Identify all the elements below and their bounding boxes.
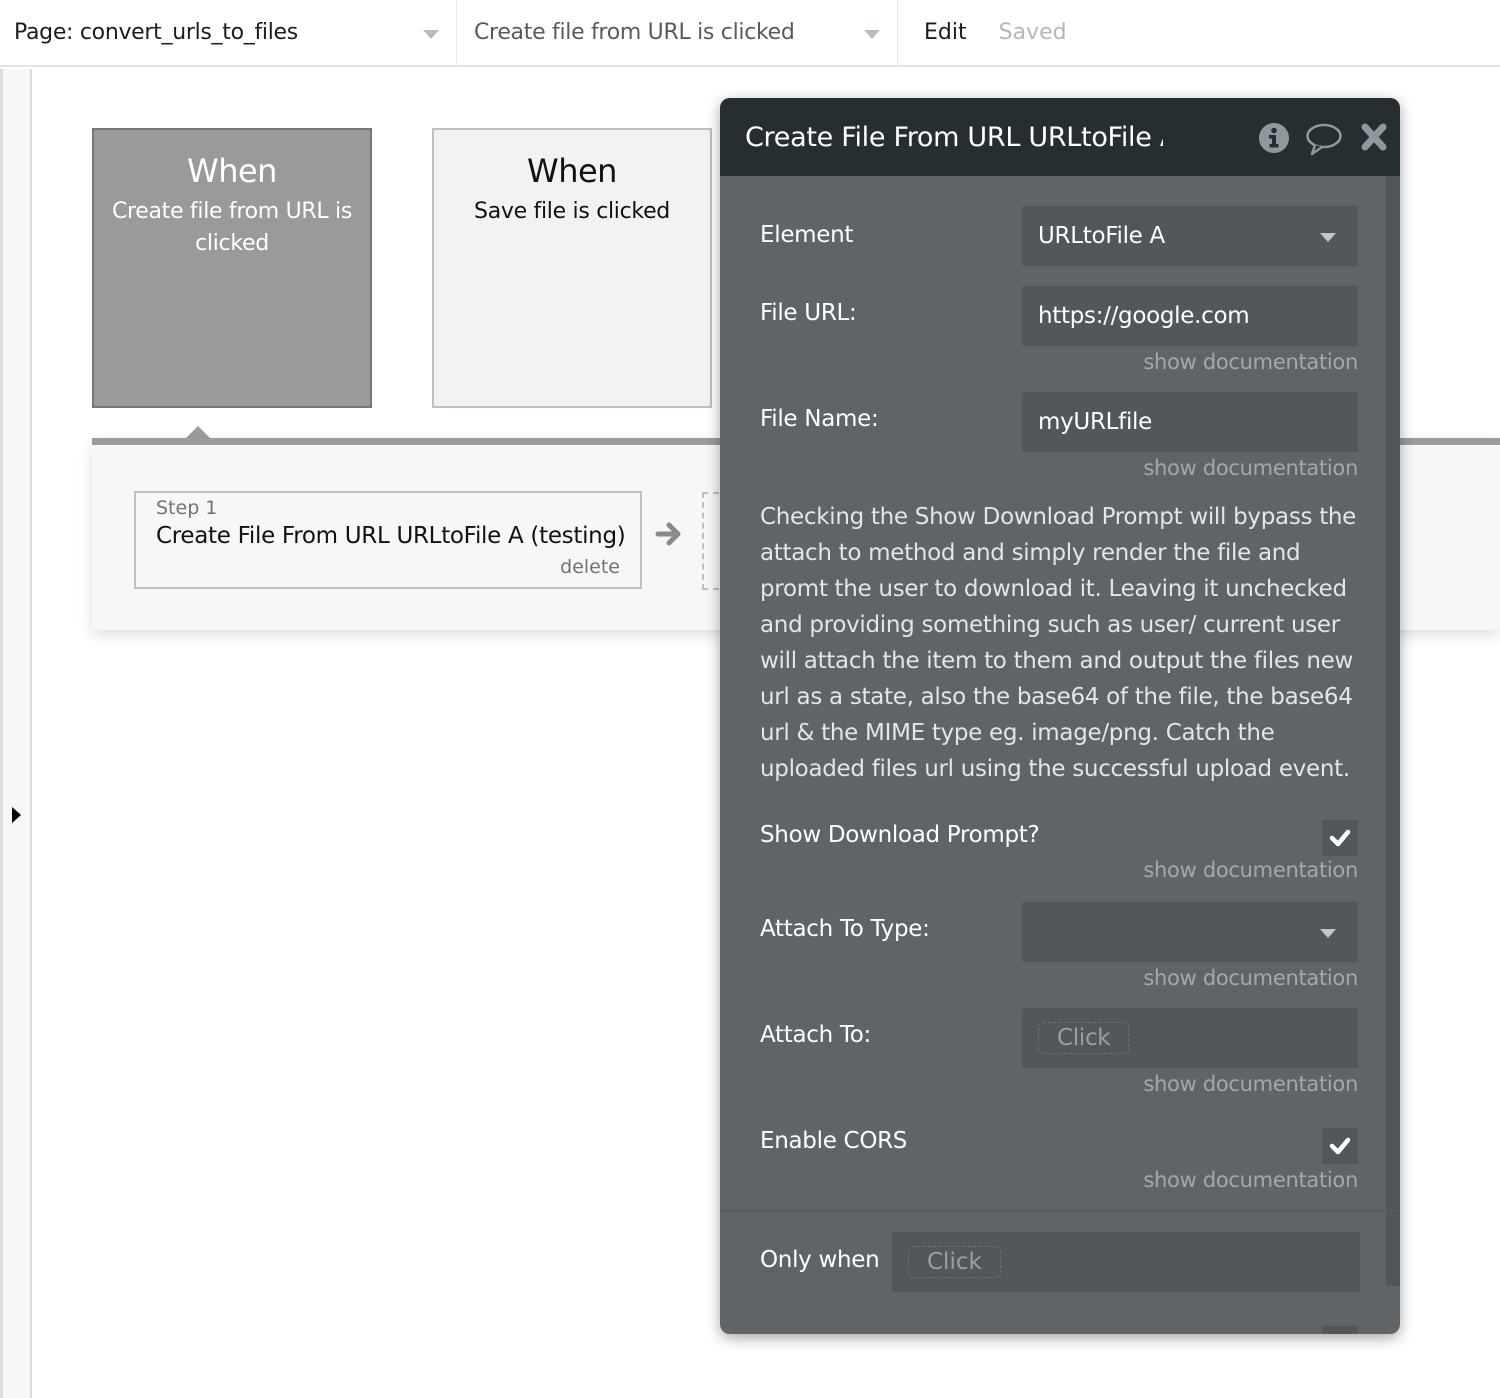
show-download-prompt-checkbox[interactable] [1322,820,1358,856]
show-documentation-link[interactable]: show documentation [1143,1072,1358,1096]
file-name-label: File Name: [760,406,879,432]
only-when-expression-placeholder[interactable]: Click [908,1246,1001,1278]
panel-scrollbar[interactable] [1386,176,1400,1286]
event-description: Create file from URL is clicked [111,199,353,256]
save-status: Saved [998,20,1067,45]
arrow-right-icon [655,520,683,552]
element-value: URLtoFile A [1038,223,1165,249]
attach-to-type-dropdown[interactable] [1022,902,1358,962]
only-when-label: Only when [760,1247,880,1273]
show-download-prompt-row: Show Download Prompt? show documentation [760,818,1358,890]
event-description: Save file is clicked [474,199,670,224]
attach-to-label: Attach To: [760,1022,871,1048]
chevron-down-icon [1320,233,1336,242]
element-row: Element URLtoFile A [760,206,1358,266]
plugin-explanation-text: Checking the Show Download Prompt will b… [760,504,1357,782]
event-selector-label: Create file from URL is clicked [474,20,795,45]
attach-to-type-row: Attach To Type: show documentation [760,902,1358,1002]
chevron-down-icon [423,30,439,39]
enable-cors-label: Enable CORS [760,1128,908,1154]
property-editor: Create File From URL URLtoFile A (testin… [720,98,1400,1334]
page-selector[interactable]: Page: convert_urls_to_files [0,0,457,65]
only-when-input[interactable]: Click [892,1232,1360,1292]
show-documentation-link[interactable]: show documentation [1143,966,1358,990]
file-url-input[interactable]: https://google.com [1022,286,1358,346]
show-documentation-link[interactable]: show documentation [1143,858,1358,882]
selected-event-pointer [186,426,210,438]
checkmark-icon [1329,1137,1351,1155]
edit-area: Edit Saved [898,0,1067,65]
show-documentation-link[interactable]: show documentation [1143,350,1358,374]
show-documentation-link[interactable]: show documentation [1143,1168,1358,1192]
property-editor-title: Create File From URL URLtoFile A (testin… [745,121,1163,153]
event-when-label: When [187,152,277,190]
file-url-row: File URL: https://google.com show docume… [760,286,1358,386]
cut-off-checkbox[interactable] [1322,1326,1358,1334]
comment-icon[interactable] [1305,122,1343,160]
event-card-create-file[interactable]: When Create file from URL is clicked [92,128,372,408]
close-icon[interactable] [1360,122,1388,156]
section-divider [720,1210,1400,1212]
attach-to-expression-placeholder[interactable]: Click [1038,1022,1130,1054]
workflow-toolbar: Page: convert_urls_to_files Create file … [0,0,1500,67]
event-card-save-file[interactable]: When Save file is clicked [432,128,712,408]
chevron-down-icon [864,30,880,39]
file-url-value: https://google.com [1038,303,1250,329]
attach-to-row: Attach To: Click show documentation [760,1008,1358,1108]
step-title: Create File From URL URLtoFile A (testin… [156,523,626,549]
edit-menu[interactable]: Edit [924,20,967,45]
property-editor-header[interactable]: Create File From URL URLtoFile A (testin… [720,98,1400,176]
page-selector-label: Page: convert_urls_to_files [14,20,298,45]
enable-cors-row: Enable CORS show documentation [760,1128,1358,1200]
show-documentation-link[interactable]: show documentation [1143,456,1358,480]
left-rail [0,69,32,1398]
element-dropdown[interactable]: URLtoFile A [1022,206,1358,266]
delete-step-link[interactable]: delete [560,556,620,578]
checkmark-icon [1329,829,1351,847]
event-when-label: When [527,152,617,190]
show-download-prompt-label: Show Download Prompt? [760,822,1040,848]
attach-to-type-label: Attach To Type: [760,916,930,942]
chevron-down-icon [1320,929,1336,938]
element-label: Element [760,222,854,248]
step-number: Step 1 [156,497,218,519]
expand-arrow-icon[interactable] [12,807,21,823]
file-name-value: myURLfile [1038,409,1152,435]
event-selector[interactable]: Create file from URL is clicked [457,0,898,65]
action-step[interactable]: Step 1 Create File From URL URLtoFile A … [134,491,642,589]
attach-to-input[interactable]: Click [1022,1008,1358,1068]
file-url-label: File URL: [760,300,857,326]
enable-cors-checkbox[interactable] [1322,1128,1358,1164]
info-icon[interactable] [1258,122,1290,158]
file-name-row: File Name: myURLfile show documentation [760,392,1358,492]
file-name-input[interactable]: myURLfile [1022,392,1358,452]
